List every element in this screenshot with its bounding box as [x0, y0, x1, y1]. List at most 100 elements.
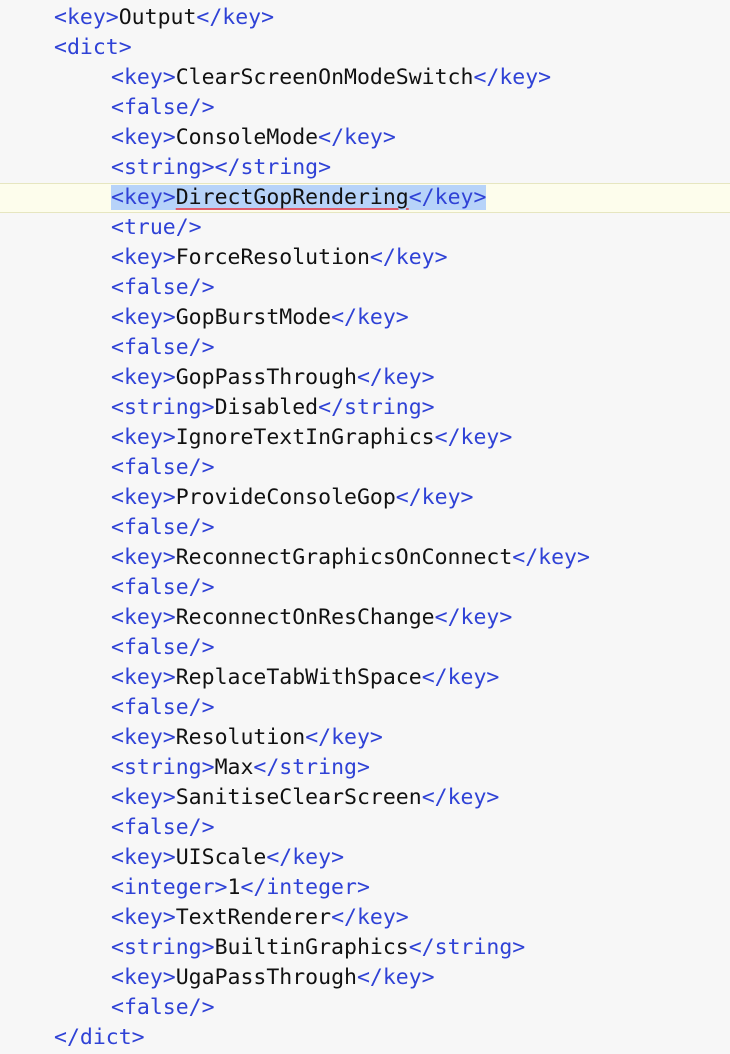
code-line[interactable]: <key>Resolution</key>: [0, 723, 730, 753]
xml-text: ForceResolution: [175, 245, 370, 270]
xml-text: UgaPassThrough: [175, 965, 357, 990]
xml-open-tag: <key>: [111, 965, 176, 990]
code-line[interactable]: <false/>: [0, 633, 730, 663]
xml-close-tag: </string>: [214, 155, 332, 180]
code-line[interactable]: <key>Output</key>: [0, 3, 730, 33]
xml-close-tag: </string>: [318, 395, 435, 420]
xml-text: Output: [118, 5, 197, 30]
xml-open-tag: <key>: [111, 65, 176, 90]
xml-text: IgnoreTextInGraphics: [175, 425, 435, 450]
xml-text: BuiltinGraphics: [214, 935, 409, 960]
code-line[interactable]: <false/>: [0, 333, 730, 363]
code-line[interactable]: <key>ProvideConsoleGop</key>: [0, 483, 730, 513]
xml-open-tag: <key>: [111, 125, 176, 150]
xml-open-tag: <key>: [111, 245, 176, 270]
code-line[interactable]: <key>IgnoreTextInGraphics</key>: [0, 423, 730, 453]
code-line[interactable]: <false/>: [0, 93, 730, 123]
xml-close-tag: </key>: [512, 545, 590, 570]
xml-close-tag: </key>: [434, 605, 513, 630]
code-line[interactable]: <string>BuiltinGraphics</string>: [0, 933, 730, 963]
xml-close-tag: </key>: [369, 245, 448, 270]
xml-text: ReconnectGraphicsOnConnect: [175, 545, 513, 570]
xml-open-tag: <string>: [111, 155, 215, 180]
xml-open-tag: <string>: [111, 755, 215, 780]
code-line[interactable]: <dict>: [0, 33, 730, 63]
code-line[interactable]: <key>ReconnectOnResChange</key>: [0, 603, 730, 633]
xml-open-tag: <true/>: [111, 215, 202, 240]
code-line[interactable]: <key>ConsoleMode</key>: [0, 123, 730, 153]
xml-open-tag: <false/>: [111, 815, 215, 840]
xml-open-tag: <string>: [111, 395, 215, 420]
xml-open-tag: <false/>: [111, 995, 215, 1020]
code-line[interactable]: <true/>: [0, 213, 730, 243]
xml-text: TextRenderer: [175, 905, 332, 930]
code-line[interactable]: <false/>: [0, 453, 730, 483]
xml-text: GopBurstMode: [175, 305, 332, 330]
xml-text: UIScale: [175, 845, 267, 870]
code-line-current[interactable]: <key>DirectGopRendering</key>: [0, 183, 730, 213]
xml-open-tag: <key>: [111, 665, 176, 690]
code-line[interactable]: <key>GopBurstMode</key>: [0, 303, 730, 333]
xml-open-tag: <key>: [111, 365, 176, 390]
code-line[interactable]: <string></string>: [0, 153, 730, 183]
xml-text: Max: [214, 755, 254, 780]
code-line[interactable]: <key>UIScale</key>: [0, 843, 730, 873]
xml-close-tag: </key>: [356, 965, 435, 990]
xml-text: 1: [227, 875, 241, 900]
code-line[interactable]: <key>UgaPassThrough</key>: [0, 963, 730, 993]
xml-text: ClearScreenOnModeSwitch: [175, 65, 474, 90]
xml-open-tag: <key>: [111, 605, 176, 630]
xml-open-tag: </dict>: [54, 1025, 145, 1050]
xml-close-tag: </key>: [421, 785, 500, 810]
code-line[interactable]: <key>ClearScreenOnModeSwitch</key>: [0, 63, 730, 93]
xml-open-tag: <key>: [111, 425, 176, 450]
code-line[interactable]: <false/>: [0, 993, 730, 1023]
code-line[interactable]: <false/>: [0, 573, 730, 603]
code-line[interactable]: <string>Disabled</string>: [0, 393, 730, 423]
xml-open-tag: <key>: [111, 725, 176, 750]
xml-text-spellcheck-flagged: DirectGopRendering: [175, 185, 409, 210]
xml-close-tag: </key>: [395, 485, 474, 510]
code-line[interactable]: <false/>: [0, 273, 730, 303]
code-line[interactable]: <integer>1</integer>: [0, 873, 730, 903]
code-line[interactable]: <false/>: [0, 513, 730, 543]
xml-text: ConsoleMode: [175, 125, 319, 150]
xml-open-tag: <key>: [111, 845, 176, 870]
code-line[interactable]: <key>ReplaceTabWithSpace</key>: [0, 663, 730, 693]
xml-text: Disabled: [214, 395, 319, 420]
xml-open-tag: <false/>: [111, 335, 215, 360]
xml-open-tag: <key>: [111, 485, 176, 510]
code-line[interactable]: <key>ReconnectGraphicsOnConnect</key>: [0, 543, 730, 573]
xml-open-tag: <key>: [54, 5, 119, 30]
code-editor[interactable]: <key>Output</key> <dict> <key>ClearScreenO…: [0, 0, 730, 1054]
xml-close-tag: </key>: [408, 185, 487, 210]
xml-open-tag: <key>: [111, 785, 176, 810]
code-line[interactable]: <false/>: [0, 813, 730, 843]
xml-text: ReconnectOnResChange: [175, 605, 435, 630]
xml-close-tag: </key>: [356, 365, 435, 390]
xml-close-tag: </string>: [408, 935, 526, 960]
xml-text: SanitiseClearScreen: [175, 785, 422, 810]
xml-open-tag: <false/>: [111, 515, 215, 540]
code-line[interactable]: <false/>: [0, 693, 730, 723]
xml-close-tag: </key>: [266, 845, 345, 870]
xml-open-tag: <false/>: [111, 635, 215, 660]
xml-open-tag: <key>: [111, 545, 176, 570]
code-line[interactable]: </dict>: [0, 1023, 730, 1053]
xml-open-tag: <false/>: [111, 95, 215, 120]
xml-open-tag: <dict>: [54, 35, 132, 60]
xml-open-tag: <false/>: [111, 455, 215, 480]
code-line[interactable]: <key>SanitiseClearScreen</key>: [0, 783, 730, 813]
xml-close-tag: </integer>: [240, 875, 370, 900]
code-line[interactable]: <string>Max</string>: [0, 753, 730, 783]
xml-close-tag: </key>: [421, 665, 500, 690]
xml-close-tag: </string>: [253, 755, 370, 780]
code-line[interactable]: <key>ForceResolution</key>: [0, 243, 730, 273]
xml-close-tag: </key>: [331, 305, 409, 330]
xml-close-tag: </key>: [196, 5, 275, 30]
xml-close-tag: </key>: [473, 65, 552, 90]
code-line[interactable]: <key>GopPassThrough</key>: [0, 363, 730, 393]
xml-text: ProvideConsoleGop: [175, 485, 396, 510]
xml-open-tag: <key>: [111, 905, 176, 930]
code-line[interactable]: <key>TextRenderer</key>: [0, 903, 730, 933]
